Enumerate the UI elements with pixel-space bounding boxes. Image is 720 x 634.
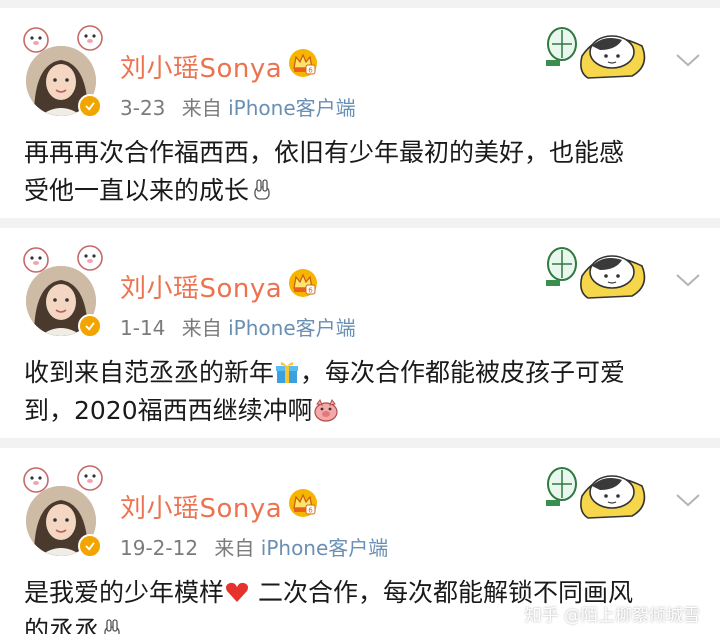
card-separator: [0, 218, 720, 228]
yeah-hand-emoji-icon: [99, 617, 125, 634]
avatar-container[interactable]: [22, 462, 104, 558]
avatar-container[interactable]: [22, 22, 104, 118]
post-text-line: 收到来自范丞丞的新年 ，每次合作都能被皮孩子可爱: [24, 354, 704, 392]
card-decoration-icon: [542, 236, 652, 306]
post-text-segment: 到，2020福西西继续冲啊: [24, 396, 313, 425]
avatar-container[interactable]: [22, 242, 104, 338]
post-text-segment: 的丞丞: [24, 616, 100, 634]
username[interactable]: 刘小瑶Sonya: [120, 48, 282, 85]
post-text-segment: 受他一直以来的成长: [24, 176, 250, 205]
post-date: 3-23: [120, 96, 166, 120]
crown-vip-icon[interactable]: [288, 268, 318, 298]
crown-vip-icon[interactable]: [288, 48, 318, 78]
source-device[interactable]: iPhone客户端: [261, 536, 389, 560]
post-date: 1-14: [120, 316, 166, 340]
post-meta: 3-23 来自 iPhone客户端: [120, 92, 356, 121]
verified-badge-icon: [78, 314, 102, 338]
username[interactable]: 刘小瑶Sonya: [120, 268, 282, 305]
chevron-down-icon[interactable]: [674, 270, 702, 290]
chevron-down-icon[interactable]: [674, 50, 702, 70]
post-text-line: 到，2020福西西继续冲啊: [24, 392, 704, 430]
post-meta: 1-14 来自 iPhone客户端: [120, 312, 356, 341]
top-gap: [0, 0, 720, 8]
source-prefix: 来自: [214, 536, 255, 560]
post-text-segment: 收到来自范丞丞的新年: [24, 358, 275, 387]
weibo-post-card[interactable]: 刘小瑶Sonya 1-14 来自 iPhone客户端 收到来自范丞丞的新年 ，每次…: [0, 228, 720, 438]
source-device[interactable]: iPhone客户端: [228, 316, 356, 340]
card-decoration-icon: [542, 16, 652, 86]
source-prefix: 来自: [181, 96, 222, 120]
post-text: 再再再次合作福西西，依旧有少年最初的美好，也能感 受他一直以来的成长: [24, 134, 704, 210]
post-text-line: 再再再次合作福西西，依旧有少年最初的美好，也能感: [24, 138, 625, 167]
crown-vip-icon[interactable]: [288, 488, 318, 518]
weibo-post-card[interactable]: 刘小瑶Sonya 3-23 来自 iPhone客户端 再再再次合作福西西，依旧有…: [0, 8, 720, 218]
yeah-hand-emoji-icon: [249, 177, 275, 203]
username[interactable]: 刘小瑶Sonya: [120, 488, 282, 525]
post-text-segment: 是我爱的少年模样: [24, 578, 225, 607]
weibo-post-card[interactable]: 刘小瑶Sonya 19-2-12 来自 iPhone客户端 是我爱的少年模样 二…: [0, 448, 720, 634]
pig-emoji-icon: [313, 397, 339, 423]
verified-badge-icon: [78, 534, 102, 558]
verified-badge-icon: [78, 94, 102, 118]
post-date: 19-2-12: [120, 536, 199, 560]
watermark: 知乎 @陌上柳絮倾城雪: [524, 606, 700, 626]
post-meta: 19-2-12 来自 iPhone客户端: [120, 532, 388, 561]
post-text-segment: ，每次合作都能被皮孩子可爱: [300, 358, 626, 387]
post-text: 收到来自范丞丞的新年 ，每次合作都能被皮孩子可爱 到，2020福西西继续冲啊: [24, 354, 704, 430]
chevron-down-icon[interactable]: [674, 490, 702, 510]
post-text-line: 受他一直以来的成长: [24, 172, 704, 210]
card-decoration-icon: [542, 456, 652, 526]
card-separator: [0, 438, 720, 448]
gift-emoji-icon: [274, 359, 300, 385]
heart-emoji-icon: [224, 579, 250, 605]
source-device[interactable]: iPhone客户端: [228, 96, 356, 120]
source-prefix: 来自: [181, 316, 222, 340]
